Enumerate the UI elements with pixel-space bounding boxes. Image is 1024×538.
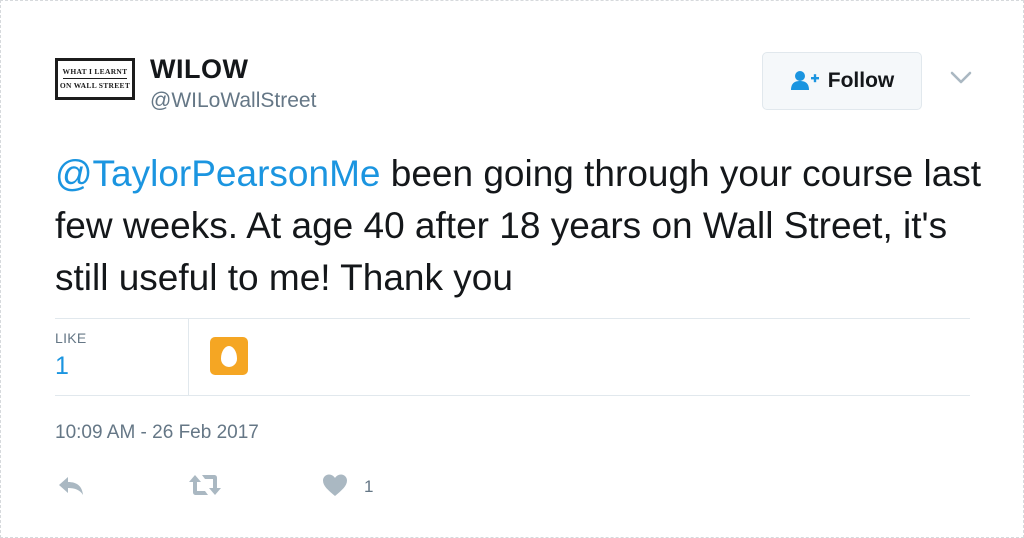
stats-divider-vertical — [188, 319, 189, 395]
add-user-icon — [790, 71, 819, 90]
like-count[interactable]: 1 — [55, 352, 69, 381]
author-name[interactable]: WILOW — [150, 54, 248, 85]
chevron-down-icon[interactable] — [950, 70, 972, 86]
egg-icon — [221, 345, 237, 367]
reply-icon[interactable] — [56, 473, 86, 497]
author-handle[interactable]: @WILoWallStreet — [150, 89, 316, 113]
timestamp[interactable]: 10:09 AM - 26 Feb 2017 — [55, 422, 259, 444]
stats-divider-top — [55, 318, 970, 319]
follow-button[interactable]: Follow — [762, 52, 922, 110]
avatar-text-line2: ON WALL STREET — [59, 81, 131, 90]
heart-icon[interactable] — [322, 473, 348, 497]
follow-label: Follow — [827, 69, 895, 92]
retweet-icon[interactable] — [188, 473, 222, 497]
author-avatar[interactable]: WHAT I LEARNT ON WALL STREET — [55, 58, 135, 100]
stats-divider-bottom — [55, 395, 970, 396]
heart-count: 1 — [364, 477, 374, 496]
like-label: LIKE — [55, 330, 87, 346]
tweet-text: @TaylorPearsonMe been going through your… — [55, 148, 995, 304]
avatar-text-line1: WHAT I LEARNT — [62, 67, 128, 79]
liker-avatar[interactable] — [210, 337, 248, 375]
mention-link[interactable]: @TaylorPearsonMe — [55, 153, 380, 194]
